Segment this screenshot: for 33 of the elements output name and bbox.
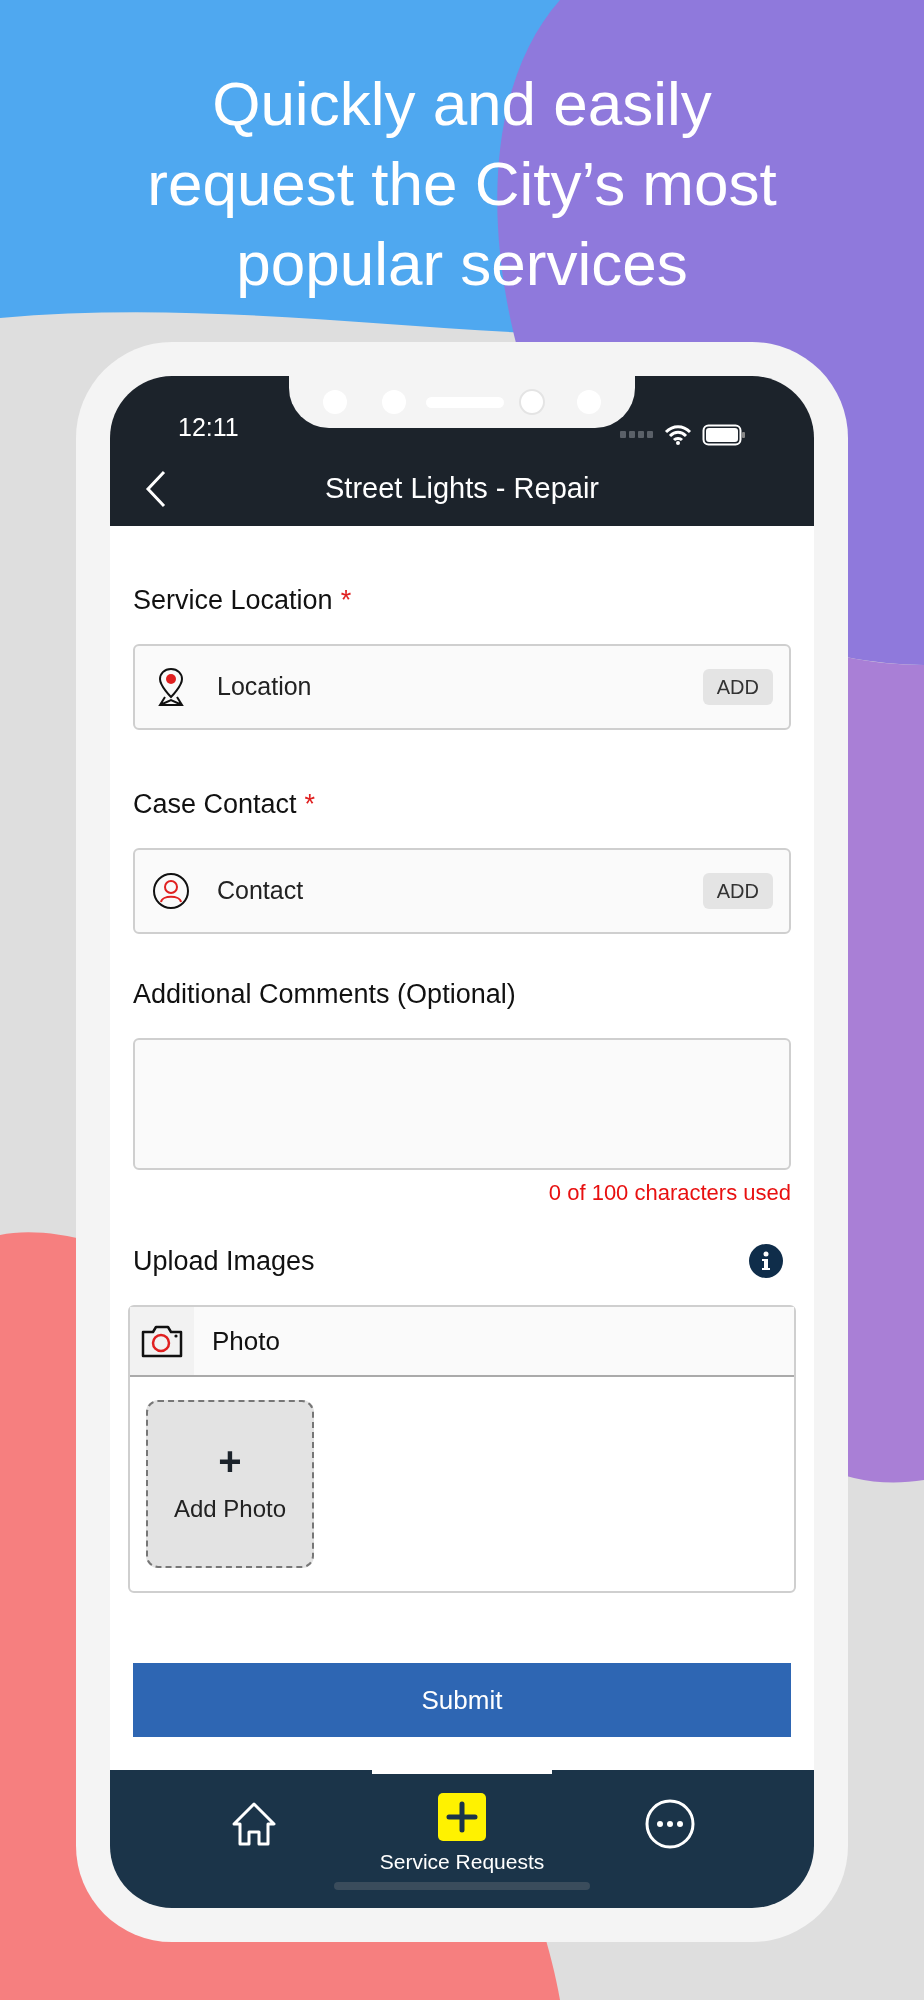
submit-button[interactable]: Submit bbox=[133, 1663, 791, 1737]
status-time: 12:11 bbox=[178, 411, 239, 443]
field-label: Upload Images bbox=[133, 1245, 315, 1278]
required-mark: * bbox=[340, 584, 352, 617]
signal-icon bbox=[620, 431, 654, 439]
field-label: Service Location bbox=[133, 584, 333, 617]
tab[interactable]: Service Requests bbox=[372, 1770, 552, 1878]
headline: popular services bbox=[236, 228, 688, 300]
add-photo-button[interactable]: + Add Photo bbox=[146, 1400, 314, 1568]
photo-header: Photo bbox=[212, 1324, 280, 1358]
required-mark: * bbox=[304, 788, 316, 821]
headline: request the City’s most bbox=[147, 148, 777, 220]
screen-title: Street Lights - Repair bbox=[325, 471, 599, 507]
battery-icon bbox=[702, 424, 746, 446]
location-pin-icon bbox=[156, 667, 186, 707]
field-label: Case Contact bbox=[133, 788, 297, 821]
add-button[interactable]: ADD bbox=[702, 669, 773, 705]
wifi-icon bbox=[664, 424, 692, 446]
headline: Quickly and easily bbox=[212, 68, 712, 140]
person-icon bbox=[152, 872, 190, 910]
back-icon[interactable] bbox=[144, 469, 168, 509]
camera-icon bbox=[140, 1323, 184, 1359]
plus-icon bbox=[437, 1792, 487, 1842]
comments-field[interactable] bbox=[133, 1038, 791, 1170]
location-field[interactable]: Location ADD bbox=[133, 644, 791, 730]
contact-field[interactable]: Contact ADD bbox=[133, 848, 791, 934]
field-placeholder: Location bbox=[217, 671, 313, 703]
more-icon[interactable] bbox=[644, 1798, 696, 1850]
character-counter: 0 of 100 characters used bbox=[548, 1179, 791, 1207]
info-icon[interactable] bbox=[749, 1244, 783, 1278]
field-label: Additional Comments (Optional) bbox=[133, 978, 517, 1011]
field-placeholder: Contact bbox=[217, 875, 305, 907]
add-button[interactable]: ADD bbox=[702, 873, 773, 909]
